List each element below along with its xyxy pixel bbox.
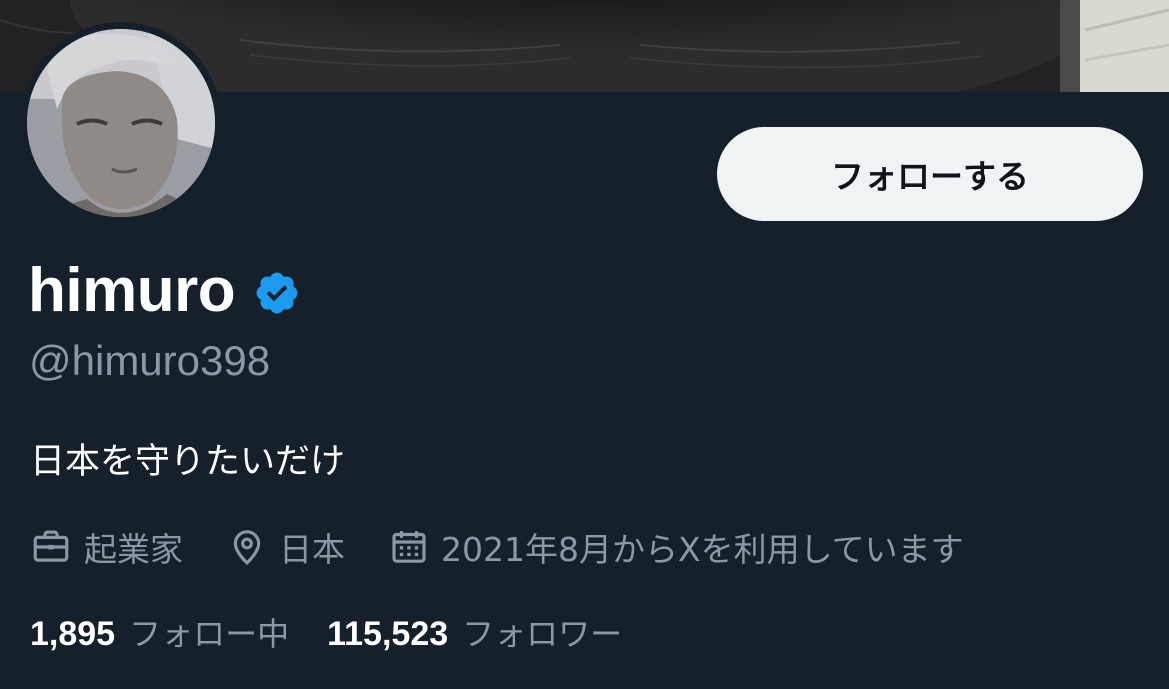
profile-screen: フォローする himuro @himuro398 日本を守りたいだけ 起業家 日… [0, 0, 1169, 689]
name-row: himuro [28, 250, 301, 332]
location-text: 日本 [279, 530, 345, 569]
verified-badge-icon[interactable] [253, 269, 301, 317]
profile-meta-row: 起業家 日本 2021年8月からXを利用しています [30, 524, 964, 570]
followers-label: フォロワー [462, 615, 623, 653]
following-label: フォロー中 [129, 615, 290, 653]
avatar-photo [27, 29, 215, 217]
follow-stats: 1,895 フォロー中 115,523 フォロワー [30, 610, 622, 654]
profession-text: 起業家 [84, 530, 183, 569]
joined-item: 2021年8月からXを利用しています [389, 523, 964, 571]
calendar-icon [392, 531, 426, 563]
followers-count: 115,523 [327, 615, 449, 653]
profile-bio: 日本を守りたいだけ [30, 442, 346, 482]
following-link[interactable]: 1,895 フォロー中 [30, 609, 289, 655]
location-pin-icon [233, 530, 261, 565]
followers-link[interactable]: 115,523 フォロワー [327, 609, 622, 655]
joined-date-text: 2021年8月からXを利用しています [441, 530, 964, 569]
display-name: himuro [28, 256, 236, 325]
username-handle: @himuro398 [29, 337, 271, 384]
avatar-border [20, 22, 222, 224]
following-count: 1,895 [30, 615, 116, 653]
profession-item: 起業家 [30, 523, 183, 571]
follow-button[interactable]: フォローする [717, 127, 1143, 221]
avatar[interactable] [27, 29, 215, 217]
location-item: 日本 [227, 523, 345, 571]
briefcase-icon [33, 530, 69, 562]
